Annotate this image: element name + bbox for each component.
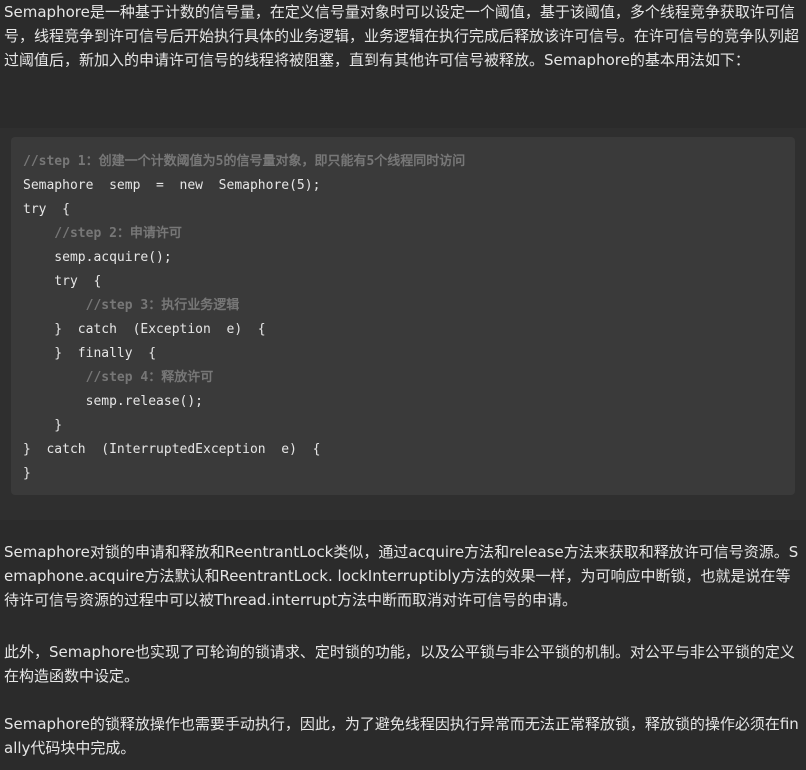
code-line: try { [23,274,102,289]
code-comment-line: //step 3：执行业务逻辑 [23,298,240,313]
paragraph-manual-release: Semaphore的锁释放操作也需要手动执行，因此，为了避免线程因执行异常而无法… [4,715,799,757]
code-line: } [23,466,31,481]
intro-paragraph: Semaphore是一种基于计数的信号量，在定义信号量对象时可以设定一个阈值，基… [4,3,800,69]
code-line: semp.release(); [23,394,204,409]
code-comment-line: //step 4：释放许可 [23,370,214,385]
code-lines: //step 1：创建一个计数阈值为5的信号量对象，即只能有5个线程同时访问 Se… [23,150,465,486]
code-line: } catch (Exception e) { [23,322,266,337]
code-comment-line: //step 2：申请许可 [23,226,182,241]
code-line: } [23,418,63,433]
code-comment-line: //step 1：创建一个计数阈值为5的信号量对象，即只能有5个线程同时访问 [23,154,466,169]
code-line: Semaphore semp = new Semaphore(5); [23,178,321,193]
code-line: } finally { [23,346,157,361]
code-section: //step 1：创建一个计数阈值为5的信号量对象，即只能有5个线程同时访问 Se… [0,128,806,520]
paragraph-polling-fairness: 此外，Semaphore也实现了可轮询的锁请求、定时锁的功能，以及公平锁与非公平… [4,643,795,685]
code-line: } catch (InterruptedException e) { [23,442,321,457]
code-line: semp.acquire(); [23,250,172,265]
code-block: //step 1：创建一个计数阈值为5的信号量对象，即只能有5个线程同时访问 Se… [11,137,795,495]
paragraph-semaphore-lock: Semaphore对锁的申请和释放和ReentrantLock类似，通过acqu… [4,543,799,609]
code-line: try { [23,202,70,217]
